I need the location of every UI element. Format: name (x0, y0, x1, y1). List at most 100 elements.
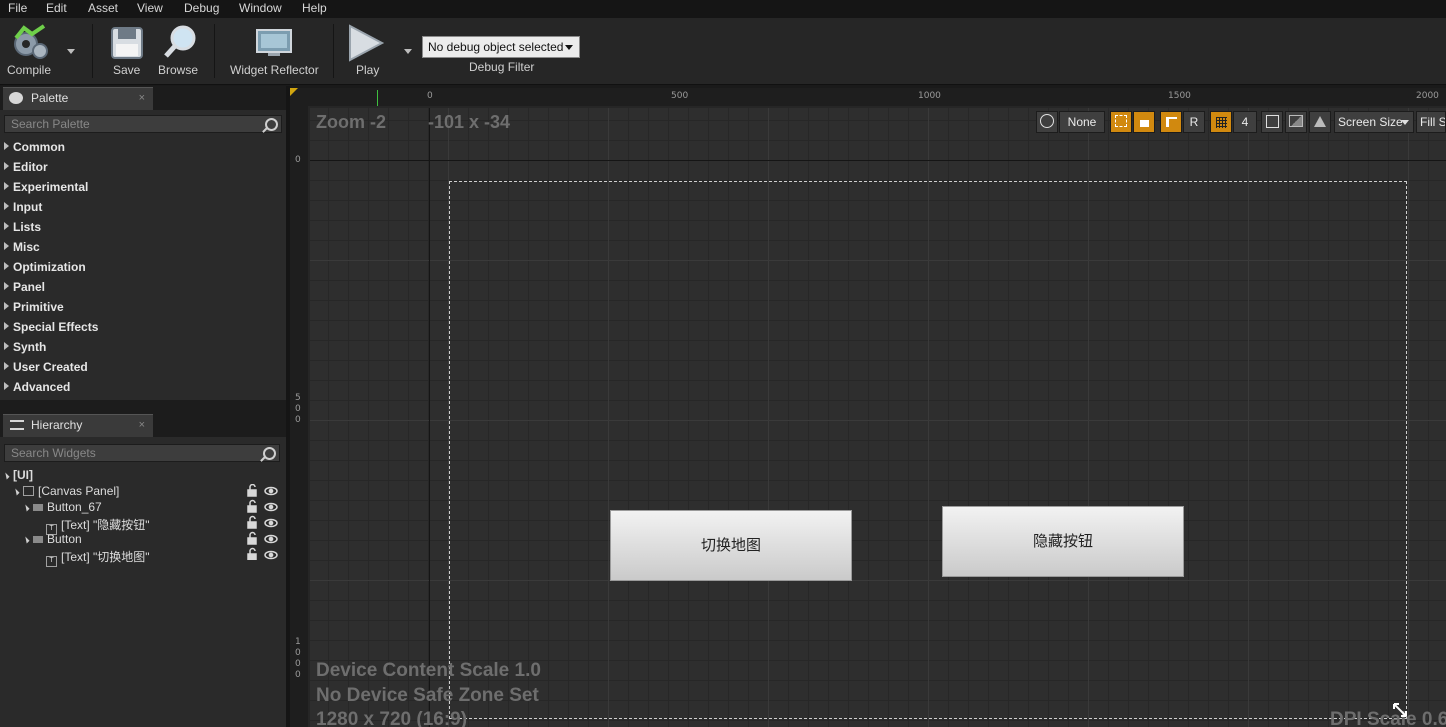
hierarchy-tab-label: Hierarchy (31, 418, 83, 432)
fit-icon (1265, 115, 1279, 128)
hierarchy-row-label: [UI] (13, 468, 33, 482)
play-button[interactable]: Play (344, 18, 392, 82)
layout-transform-button[interactable] (1160, 111, 1182, 133)
search-widgets-input[interactable]: Search Widgets (4, 444, 280, 462)
widget-reflector-button[interactable]: Widget Reflector (226, 18, 322, 82)
palette-tab-label: Palette (31, 91, 69, 105)
hierarchy-row-label: Button_67 (47, 500, 102, 514)
widget-reflector-label: Widget Reflector (230, 63, 319, 77)
designer-canvas[interactable]: 0 500 1000 1500 2000 0 5 0 0 1 0 0 0 切换地… (290, 88, 1446, 727)
screen-size-select[interactable]: Screen Size (1334, 111, 1414, 133)
hierarchy-row-root[interactable]: [UI] (2, 468, 33, 482)
lock-toggle-button[interactable] (1133, 111, 1155, 133)
close-icon[interactable]: × (139, 88, 145, 109)
category-label: Experimental (13, 180, 89, 194)
expand-arrow-icon (4, 282, 9, 290)
hide-button[interactable]: 隐藏按钮 (942, 506, 1184, 577)
close-icon[interactable]: × (139, 415, 145, 436)
palette-category-panel[interactable]: Panel (4, 280, 45, 294)
cursor-coordinates: -101 x -34 (428, 112, 511, 132)
collapse-arrow-icon[interactable] (22, 536, 30, 544)
menu-view[interactable]: View (137, 1, 163, 15)
screen-bounds (449, 181, 1407, 719)
grid-size-select[interactable]: 4 (1233, 111, 1257, 133)
fill-screen-select[interactable]: Fill Sc (1416, 111, 1446, 133)
localization-globe-button[interactable] (1036, 111, 1058, 133)
search-widgets-placeholder: Search Widgets (11, 446, 96, 460)
palette-category-editor[interactable]: Editor (4, 160, 48, 174)
chevron-down-icon (565, 45, 573, 50)
button-widget-icon (33, 536, 43, 543)
switch-map-button[interactable]: 切换地图 (610, 510, 852, 581)
grid-snap-button[interactable] (1210, 111, 1232, 133)
palette-category-misc[interactable]: Misc (4, 240, 40, 254)
menu-file[interactable]: File (8, 1, 27, 15)
palette-category-optimization[interactable]: Optimization (4, 260, 86, 274)
browse-button[interactable]: Browse (156, 18, 204, 82)
debug-select-value: No debug object selected (428, 40, 564, 54)
render-transform-label: R (1189, 115, 1199, 129)
hierarchy-row-button-67[interactable]: Button_67 (22, 500, 102, 514)
button-widget-icon (33, 504, 43, 511)
collapse-arrow-icon[interactable] (12, 488, 20, 496)
collapse-arrow-icon[interactable] (22, 504, 30, 512)
compile-button[interactable]: Compile (2, 18, 58, 82)
compile-label: Compile (7, 63, 52, 77)
save-button[interactable]: Save (104, 18, 150, 82)
category-label: Advanced (13, 380, 71, 394)
hierarchy-row-canvas-panel[interactable]: [Canvas Panel] (12, 484, 119, 498)
menu-help[interactable]: Help (302, 1, 327, 15)
menu-asset[interactable]: Asset (88, 1, 118, 15)
menu-debug[interactable]: Debug (184, 1, 219, 15)
zoom-level: Zoom -2 (316, 112, 386, 132)
hierarchy-row-button[interactable]: Button (22, 532, 82, 546)
collapse-arrow-icon[interactable] (2, 472, 10, 480)
ruler-left-tick: 0 (295, 648, 301, 658)
compile-options-arrow[interactable] (67, 49, 75, 54)
palette-icon (9, 92, 23, 104)
ruler-left-tick: 0 (295, 404, 301, 414)
play-options-arrow[interactable] (404, 49, 412, 54)
flip-preview-button[interactable] (1309, 111, 1331, 133)
expand-arrow-icon (4, 262, 9, 270)
palette-category-experimental[interactable]: Experimental (4, 180, 88, 194)
palette-category-lists[interactable]: Lists (4, 220, 41, 234)
design-grid[interactable]: 切换地图 隐藏按钮 Zoom -2 -101 x -34 Device Cont… (310, 108, 1446, 727)
render-transform-button[interactable]: R (1183, 111, 1205, 133)
category-label: Special Effects (13, 320, 99, 334)
ruler-corner (290, 88, 298, 96)
lock-icon (247, 484, 257, 497)
search-palette-placeholder: Search Palette (11, 117, 90, 131)
tab-palette[interactable]: Palette × (3, 87, 153, 110)
save-label: Save (113, 63, 141, 77)
palette-category-synth[interactable]: Synth (4, 340, 46, 354)
culture-select[interactable]: None (1059, 111, 1105, 133)
menu-edit[interactable]: Edit (46, 1, 67, 15)
palette-category-advanced[interactable]: Advanced (4, 380, 70, 394)
zoom-to-fit-button[interactable] (1261, 111, 1283, 133)
palette-category-special-effects[interactable]: Special Effects (4, 320, 98, 334)
ruler-top: 0 500 1000 1500 2000 (290, 88, 1446, 106)
search-icon (263, 447, 276, 460)
search-palette-input[interactable]: Search Palette (4, 115, 282, 133)
visibility-lock-icons (247, 484, 278, 560)
respect-locks-button[interactable] (1110, 111, 1132, 133)
tab-hierarchy[interactable]: Hierarchy × (3, 414, 153, 437)
main-toolbar: Compile Save Browse Widget Reflector Pla… (0, 18, 1446, 85)
background-image-button[interactable] (1285, 111, 1307, 133)
expand-arrow-icon (4, 222, 9, 230)
expand-arrow-icon (4, 362, 9, 370)
menu-window[interactable]: Window (239, 1, 282, 15)
hierarchy-row-text-switch[interactable]: T [Text] "切换地图" (46, 548, 150, 567)
palette-category-primitive[interactable]: Primitive (4, 300, 64, 314)
palette-category-user-created[interactable]: User Created (4, 360, 88, 374)
palette-category-common[interactable]: Common (4, 140, 65, 154)
switch-map-button-label: 切换地图 (700, 536, 761, 554)
debug-object-select[interactable]: No debug object selected (422, 36, 580, 58)
culture-select-value: None (1067, 115, 1097, 129)
ruler-top-tick: 1500 (1168, 91, 1191, 101)
palette-category-input[interactable]: Input (4, 200, 42, 214)
resize-handle-icon[interactable] (1392, 702, 1408, 718)
expand-arrow-icon (4, 202, 9, 210)
toolbar-separator (214, 24, 215, 78)
